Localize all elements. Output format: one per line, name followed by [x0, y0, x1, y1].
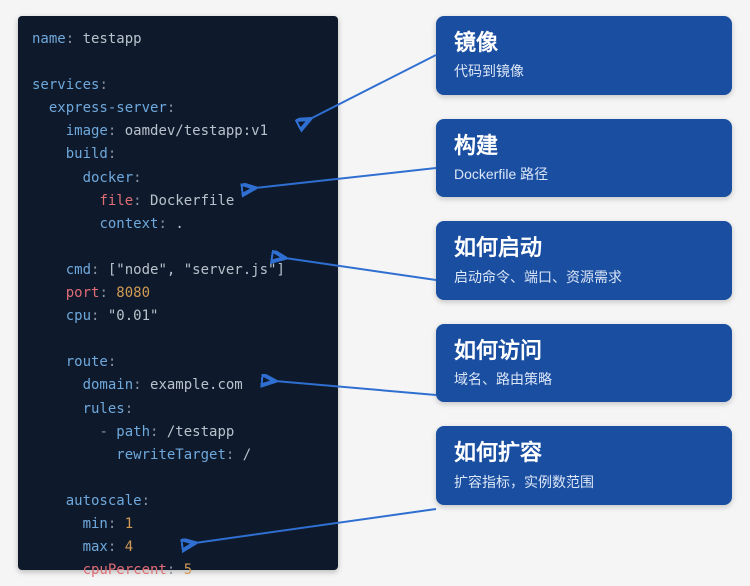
val-context: .	[175, 216, 183, 232]
yaml-code-panel: name: testapp services: express-server: …	[18, 16, 338, 570]
card-title: 如何启动	[454, 235, 714, 261]
service-name: express-server	[49, 100, 167, 116]
key-cpu-percent: cpuPercent	[83, 562, 167, 578]
card-image: 镜像 代码到镜像	[436, 16, 732, 95]
key-image: image	[66, 123, 108, 139]
card-title: 如何访问	[454, 338, 714, 364]
card-build: 构建 Dockerfile 路径	[436, 119, 732, 198]
key-rewrite: rewriteTarget	[116, 447, 226, 463]
key-min: min	[83, 516, 108, 532]
key-rules: rules	[83, 401, 125, 417]
key-cmd: cmd	[66, 262, 91, 278]
val-max: 4	[125, 539, 133, 555]
val-cpu: "0.01"	[108, 308, 159, 324]
val-name: testapp	[83, 31, 142, 47]
card-title: 如何扩容	[454, 440, 714, 466]
card-sub: Dockerfile 路径	[454, 165, 714, 183]
key-max: max	[83, 539, 108, 555]
key-file: file	[99, 193, 133, 209]
card-start: 如何启动 启动命令、端口、资源需求	[436, 221, 732, 300]
diagram-container: name: testapp services: express-server: …	[0, 0, 750, 586]
val-cpu-percent: 5	[184, 562, 192, 578]
val-cmd: ["node", "server.js"]	[108, 262, 285, 278]
key-domain: domain	[83, 377, 134, 393]
card-sub: 代码到镜像	[454, 62, 714, 80]
val-file: Dockerfile	[150, 193, 234, 209]
card-sub: 启动命令、端口、资源需求	[454, 268, 714, 286]
card-sub: 域名、路由策略	[454, 370, 714, 388]
key-port: port	[66, 285, 100, 301]
annotation-cards: 镜像 代码到镜像 构建 Dockerfile 路径 如何启动 启动命令、端口、资…	[436, 16, 732, 505]
val-image: oamdev/testapp:v1	[125, 123, 268, 139]
key-route: route	[66, 354, 108, 370]
key-name: name	[32, 31, 66, 47]
key-cpu: cpu	[66, 308, 91, 324]
card-sub: 扩容指标，实例数范围	[454, 473, 714, 491]
key-build: build	[66, 146, 108, 162]
card-access: 如何访问 域名、路由策略	[436, 324, 732, 403]
val-rewrite: /	[243, 447, 251, 463]
key-context: context	[99, 216, 158, 232]
val-domain: example.com	[150, 377, 243, 393]
key-autoscale: autoscale	[66, 493, 142, 509]
val-port: 8080	[116, 285, 150, 301]
key-path: path	[116, 424, 150, 440]
card-scale: 如何扩容 扩容指标，实例数范围	[436, 426, 732, 505]
val-min: 1	[125, 516, 133, 532]
val-path: /testapp	[167, 424, 234, 440]
key-services: services	[32, 77, 99, 93]
key-docker: docker	[83, 170, 134, 186]
card-title: 镜像	[454, 30, 714, 56]
card-title: 构建	[454, 133, 714, 159]
